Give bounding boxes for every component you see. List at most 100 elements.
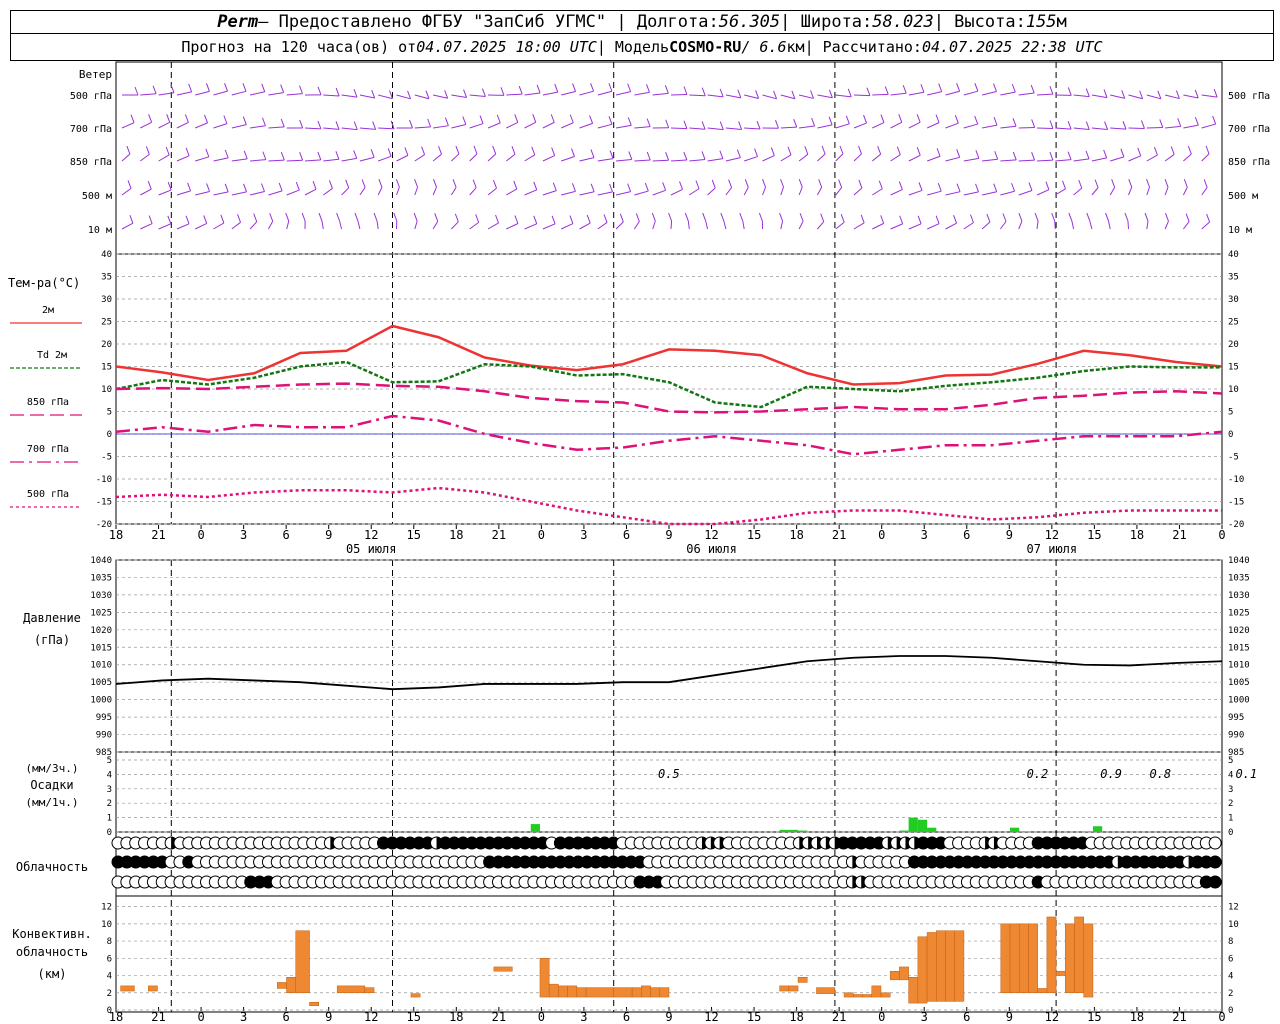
- wind-barb: [579, 122, 593, 129]
- wind-barb: [140, 93, 157, 96]
- wind-barb: [1165, 213, 1169, 222]
- wind-barb: [433, 179, 437, 188]
- wind-barb: [451, 124, 466, 129]
- wind-barb: [1067, 120, 1072, 130]
- wind-barb: [1091, 127, 1108, 131]
- wind-barb: [148, 114, 153, 123]
- wind-barb: [506, 121, 518, 129]
- conv-bar: [1065, 923, 1075, 994]
- wind-barb: [723, 220, 727, 230]
- wind-barb: [935, 215, 940, 224]
- wind-barb: [524, 92, 541, 96]
- wind-barb: [736, 149, 741, 158]
- wind-barb: [176, 91, 192, 96]
- wind-barb: [1201, 221, 1210, 230]
- wind-barb: [357, 220, 361, 230]
- wind-barb: [953, 215, 958, 224]
- wind-barb: [249, 221, 258, 230]
- wind-barb: [1182, 187, 1188, 196]
- conv-bar: [899, 966, 909, 981]
- wind-barb: [129, 214, 134, 224]
- conv-bar: [585, 987, 614, 998]
- wind-barb: [372, 121, 377, 130]
- wind-barb: [130, 114, 135, 123]
- wind-barb: [1164, 220, 1169, 230]
- wind-barb: [298, 85, 303, 94]
- precip-tick-label: 2: [1228, 799, 1233, 809]
- wind-barb: [224, 82, 229, 92]
- wind-barb: [121, 122, 135, 129]
- wind-barb: [140, 223, 153, 230]
- wind-barb: [514, 114, 519, 123]
- x-tick-label: 18: [789, 1010, 803, 1024]
- wind-barb: [579, 222, 591, 230]
- wind-barb: [798, 186, 803, 196]
- wind-barb: [695, 180, 700, 189]
- wind-barb: [413, 212, 418, 222]
- wind-barb: [167, 181, 172, 191]
- wind-barb: [916, 147, 921, 156]
- wind-barb: [1067, 87, 1072, 96]
- conv-units: (км): [38, 967, 67, 981]
- cloud-symbol: [1208, 875, 1222, 889]
- wind-barb: [359, 187, 366, 196]
- wind-barb: [938, 83, 943, 92]
- wind-barb: [243, 183, 247, 193]
- conv-bar: [917, 936, 928, 1004]
- wind-barb: [321, 220, 324, 230]
- x-tick-label: 15: [747, 1010, 761, 1024]
- conv-bar: [1055, 970, 1066, 976]
- x-tick-label: 15: [407, 1010, 421, 1024]
- wind-barb: [1091, 94, 1108, 99]
- wind-barb: [705, 220, 709, 230]
- wind-barb: [127, 180, 132, 189]
- wind-barb: [821, 145, 826, 155]
- conv-bar: [364, 987, 375, 994]
- wind-barb: [1175, 90, 1180, 99]
- wind-barb: [452, 179, 457, 188]
- wind-barb: [616, 158, 632, 162]
- temp-tick-label: 35: [1228, 273, 1239, 283]
- wind-barb: [451, 153, 460, 162]
- wind-barb: [1205, 145, 1210, 155]
- cloud-symbol: [1208, 836, 1222, 850]
- x-tick-label: 6: [963, 528, 970, 542]
- wind-barb: [261, 83, 266, 92]
- wind-barb: [860, 214, 865, 224]
- day-label: 05 июля: [346, 542, 397, 556]
- wind-barb: [176, 121, 189, 129]
- wind-barb: [608, 83, 613, 92]
- wind-barb: [707, 158, 723, 162]
- wind-barb: [261, 183, 265, 192]
- wind-barb: [597, 90, 613, 96]
- temp-tick-label: 20: [1228, 340, 1239, 350]
- wind-barb: [1018, 190, 1033, 196]
- temp-tick-label: 10: [1228, 385, 1239, 395]
- wind-barb: [1183, 94, 1199, 99]
- precip-units-1h: (мм/1ч.): [26, 796, 79, 809]
- wind-barb: [917, 215, 922, 225]
- wind-barb: [359, 94, 375, 99]
- conv-bar: [788, 985, 799, 992]
- wind-barb: [898, 181, 903, 190]
- wind-barb: [409, 119, 413, 129]
- wind-barb: [1094, 179, 1099, 188]
- wind-barb: [589, 115, 594, 124]
- wind-barb: [299, 152, 304, 161]
- wind-barb: [1206, 213, 1211, 223]
- wind-barb: [725, 127, 742, 130]
- wind-barb: [936, 148, 941, 157]
- wind-barb: [956, 149, 961, 158]
- wind-barb: [140, 121, 152, 129]
- wind-barb: [701, 121, 706, 130]
- conv-bar: [548, 983, 559, 998]
- wind-barb: [126, 145, 131, 155]
- conv-tick-label: 6: [107, 954, 112, 964]
- wind-barb: [551, 215, 556, 224]
- precip-tick-label: 4: [1228, 770, 1233, 780]
- wind-barb: [224, 183, 229, 193]
- wind-barb: [396, 94, 411, 100]
- wind-barb: [963, 157, 979, 162]
- wind-barb: [725, 94, 741, 99]
- wind-barb: [835, 123, 850, 129]
